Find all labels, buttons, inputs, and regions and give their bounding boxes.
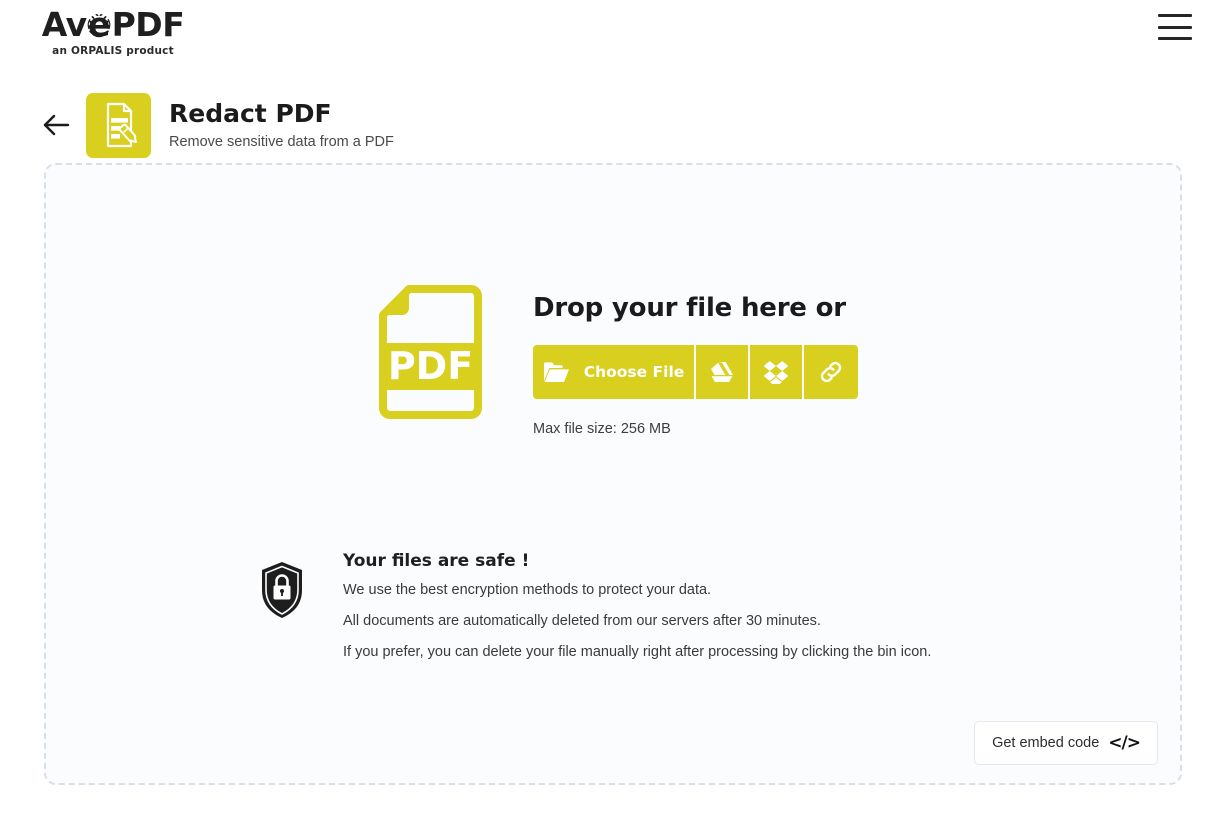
- page-title: Redact PDF: [169, 99, 332, 129]
- link-icon: [820, 361, 842, 383]
- hamburger-bar-2: [1158, 25, 1192, 29]
- max-file-size-label: Max file size: 256 MB: [533, 421, 671, 437]
- logo-wordmark: Av e PDF: [42, 8, 185, 41]
- hamburger-bar-1: [1158, 14, 1192, 17]
- logo-text-part1: Av: [41, 5, 87, 44]
- page-subtitle: Remove sensitive data from a PDF: [169, 133, 394, 150]
- google-drive-button[interactable]: [696, 345, 750, 399]
- pdf-file-icon: PDF: [379, 285, 482, 419]
- files-safe-line-1: We use the best encryption methods to pr…: [343, 582, 712, 598]
- files-safe-line-2: All documents are automatically deleted …: [343, 612, 821, 629]
- get-embed-code-button[interactable]: Get embed code </>: [974, 721, 1158, 765]
- logo-tagline: an ORPALIS product: [52, 45, 174, 57]
- avepdf-logo[interactable]: Av e PDF an ORPALIS product: [40, 0, 186, 57]
- url-link-button[interactable]: [804, 345, 858, 399]
- dropzone-title: Drop your file here or: [533, 293, 846, 323]
- logo-text-part2: PDF: [111, 5, 185, 44]
- file-dropzone[interactable]: PDF Drop your file here or Choose File M…: [44, 163, 1182, 785]
- hamburger-bar-3: [1158, 37, 1192, 40]
- dropbox-button[interactable]: [750, 345, 804, 399]
- dropzone-right: Drop your file here or Choose File Max f…: [533, 285, 858, 437]
- google-drive-icon: [711, 362, 733, 382]
- choose-file-label: Choose File: [583, 363, 685, 381]
- folder-open-icon: [543, 362, 569, 383]
- hamburger-menu-icon[interactable]: [1158, 14, 1192, 40]
- file-source-button-group: Choose File: [533, 345, 858, 399]
- files-safe-text: Your files are safe ! We use the best en…: [343, 551, 931, 663]
- tool-header: Redact PDF Remove sensitive data from a …: [0, 76, 1222, 162]
- laurel-wreath-icon: [87, 13, 111, 37]
- arrow-left-icon[interactable]: [40, 108, 74, 142]
- files-safe-title: Your files are safe !: [343, 551, 530, 571]
- dropzone-main: PDF Drop your file here or Choose File M…: [46, 165, 1180, 437]
- tool-title-block: Redact PDF Remove sensitive data from a …: [169, 99, 394, 150]
- choose-file-button[interactable]: Choose File: [533, 345, 696, 399]
- redact-document-glyph: [106, 102, 137, 148]
- get-embed-code-label: Get embed code: [992, 735, 1100, 751]
- dropbox-icon: [763, 361, 789, 384]
- files-safe-line-3: If you prefer, you can delete your file …: [343, 643, 932, 660]
- pdf-icon-label: PDF: [388, 344, 473, 388]
- top-bar: Av e PDF an ORPALIS product: [0, 0, 1222, 76]
- redact-document-icon: [86, 92, 151, 158]
- files-safe-section: Your files are safe ! We use the best en…: [46, 551, 1180, 663]
- shield-lock-icon: [262, 562, 302, 618]
- logo-e-with-laurel: e: [87, 8, 112, 41]
- code-brackets-icon: </>: [1108, 733, 1141, 753]
